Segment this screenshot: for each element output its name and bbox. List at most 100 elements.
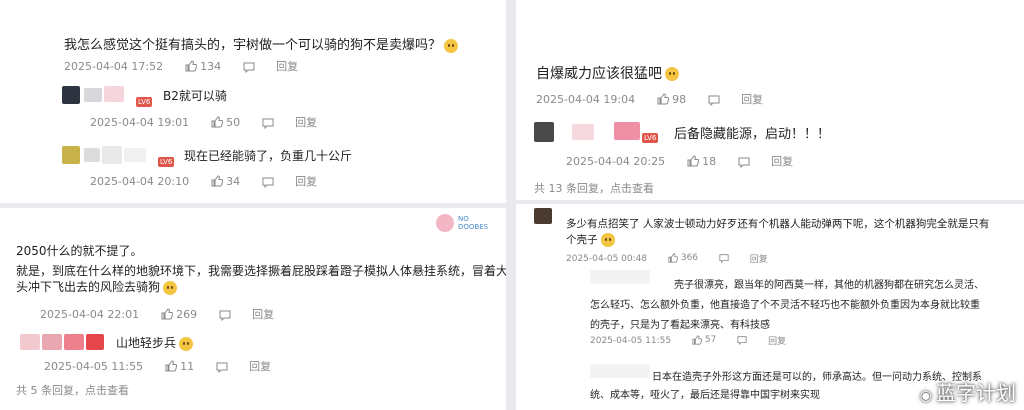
timestamp: 2025-04-04 22:01 xyxy=(40,307,140,321)
cat-emoji xyxy=(444,38,459,53)
comment-panel-1: 我怎么感觉这个挺有搞头的，宇树做一个可以骑的狗不是卖爆吗？ 2025-04-04… xyxy=(0,0,506,203)
thumbs-up-icon xyxy=(657,93,669,105)
username-blurred xyxy=(572,124,594,140)
weibo-logo-icon: ◉ xyxy=(919,388,932,404)
reply-meta: 2025-04-05 11:55 57 回复 xyxy=(590,334,786,347)
comment-meta: 2025-04-04 17:52 134 回复 xyxy=(64,58,298,74)
reply-button[interactable]: 回复 xyxy=(249,358,271,374)
like-button[interactable]: 11 xyxy=(165,359,194,373)
username-blurred xyxy=(84,88,102,102)
comment-icon xyxy=(719,254,729,264)
reply-text: B2就可以骑 xyxy=(163,89,227,103)
reply-button[interactable]: 回复 xyxy=(768,334,786,347)
thumbs-up-icon xyxy=(692,335,702,345)
reply-button[interactable]: 回复 xyxy=(750,252,768,265)
comment-button[interactable] xyxy=(719,253,729,264)
timestamp: 2025-04-04 17:52 xyxy=(64,59,164,73)
thumbs-up-icon xyxy=(165,360,177,372)
timestamp: 2025-04-04 20:25 xyxy=(566,154,666,168)
timestamp: 2025-04-05 00:48 xyxy=(566,253,648,264)
reply-meta: 2025-04-04 19:01 50 回复 xyxy=(90,114,317,130)
avatar xyxy=(62,146,80,164)
view-more-replies-link[interactable]: 共 5 条回复，点击查看 xyxy=(16,382,129,398)
comment-icon xyxy=(262,177,274,188)
like-button[interactable]: 57 xyxy=(692,335,716,346)
comment-button[interactable] xyxy=(219,308,231,321)
reply-text: 现在已经能骑了，负重几十公斤 xyxy=(184,149,353,163)
comment-text: 自爆威力应该很猛吧 xyxy=(536,63,679,83)
comment-text: 我怎么感觉这个挺有搞头的，宇树做一个可以骑的狗不是卖爆吗？ xyxy=(64,34,459,53)
level-badge: LV6 xyxy=(642,132,659,143)
like-button[interactable]: 366 xyxy=(668,253,698,264)
reply-text: 山地轻步兵 xyxy=(116,334,194,351)
thumbs-up-icon xyxy=(211,116,223,128)
comment-button[interactable] xyxy=(243,60,255,73)
badge-label: NO DOOBES xyxy=(458,215,489,231)
like-button[interactable]: 18 xyxy=(687,154,716,168)
thumbs-up-icon xyxy=(211,175,223,187)
reply-button[interactable]: 回复 xyxy=(295,114,317,130)
grin-emoji xyxy=(163,280,178,295)
comment-panel-2: 自爆威力应该很猛吧 2025-04-04 19:04 98 回复 LV6 后备隐… xyxy=(516,0,1024,200)
comment-icon xyxy=(737,336,747,346)
reply-meta: 2025-04-05 11:55 11 回复 xyxy=(44,358,271,374)
comment-button[interactable] xyxy=(738,155,750,168)
comment-icon xyxy=(216,362,228,373)
comment-icon xyxy=(219,310,231,321)
username-blurred xyxy=(590,270,650,284)
comment-line: 就是，到底在什么样的地貌环境下，我需要选择撅着屁股踩着蹬子模拟人体悬挂系统，冒着… xyxy=(16,264,506,278)
thumbs-up-icon xyxy=(185,60,197,72)
comment-icon xyxy=(708,95,720,106)
watermark: ◉ 蓝字计划 xyxy=(919,381,1016,405)
reply-button[interactable]: 回复 xyxy=(741,91,763,107)
like-button[interactable]: 50 xyxy=(211,115,240,129)
reply-line: 的壳子，只是为了看起来漂亮、有科技感 xyxy=(590,320,770,331)
comment-line: 多少有点招笑了 人家波士顿动力好歹还有个机器人能动弹两下呢，这个机器狗完全就是只… xyxy=(566,218,990,230)
reply-button[interactable]: 回复 xyxy=(295,173,317,189)
timestamp: 2025-04-04 19:04 xyxy=(536,92,636,106)
username-blurred xyxy=(20,334,40,350)
reply-meta: 2025-04-04 20:10 34 回复 xyxy=(90,173,317,189)
view-more-replies-link[interactable]: 共 13 条回复，点击查看 xyxy=(534,180,654,196)
comment-panel-3: NO DOOBES 2050什么的就不提了。 就是，到底在什么样的地貌环境下，我… xyxy=(0,208,506,410)
thumbs-up-icon xyxy=(668,253,678,263)
username-blurred xyxy=(124,148,146,162)
reply-line: 壳子很漂亮，跟当年的阿西莫一样，其他的机器狗都在研究怎么灵活、 xyxy=(674,280,984,291)
username-blurred xyxy=(104,86,124,102)
comment-button[interactable] xyxy=(216,360,228,373)
comment-line: 2050什么的就不提了。 xyxy=(16,244,143,258)
level-badge: LV6 xyxy=(136,96,153,107)
comment-icon xyxy=(243,62,255,73)
comment-meta: 2025-04-04 19:04 98 回复 xyxy=(536,91,763,107)
comment-button[interactable] xyxy=(262,116,274,129)
comment-meta: 2025-04-04 22:01 269 回复 xyxy=(40,306,274,322)
reply-line: 统、成本等，哑火了，最后还是得靠中国宇树来实现 xyxy=(590,390,820,401)
thumbs-up-icon xyxy=(161,308,173,320)
laugh-emoji xyxy=(600,233,615,247)
like-button[interactable]: 98 xyxy=(657,92,686,106)
comment-button[interactable] xyxy=(737,335,747,346)
username-blurred xyxy=(42,334,62,350)
like-button[interactable]: 269 xyxy=(161,307,197,321)
username-blurred xyxy=(102,146,122,164)
comment-button[interactable] xyxy=(708,93,720,106)
like-button[interactable]: 134 xyxy=(185,59,221,73)
timestamp: 2025-04-04 19:01 xyxy=(90,115,190,129)
username-blurred xyxy=(84,148,100,162)
comment-button[interactable] xyxy=(262,175,274,188)
cat-emoji xyxy=(665,67,679,81)
reply-line: 怎么轻巧、怎么额外负重，他直接造了个不灵活不轻巧也不能额外负重因为本身就比较重 xyxy=(590,300,980,311)
reply-meta: 2025-04-04 20:25 18 回复 xyxy=(566,153,793,169)
comment-icon xyxy=(262,118,274,129)
reply-button[interactable]: 回复 xyxy=(771,153,793,169)
username-blurred xyxy=(64,334,84,350)
thumbs-up-icon xyxy=(687,155,699,167)
level-badge: LV6 xyxy=(158,156,175,167)
like-button[interactable]: 34 xyxy=(211,174,240,188)
timestamp: 2025-04-04 20:10 xyxy=(90,174,190,188)
reply-button[interactable]: 回复 xyxy=(252,306,274,322)
comment-icon xyxy=(738,157,750,168)
reply-button[interactable]: 回复 xyxy=(276,58,298,74)
comment-line: 头冲下飞出去的风险去骑狗 xyxy=(16,278,178,295)
username-blurred xyxy=(614,122,640,140)
